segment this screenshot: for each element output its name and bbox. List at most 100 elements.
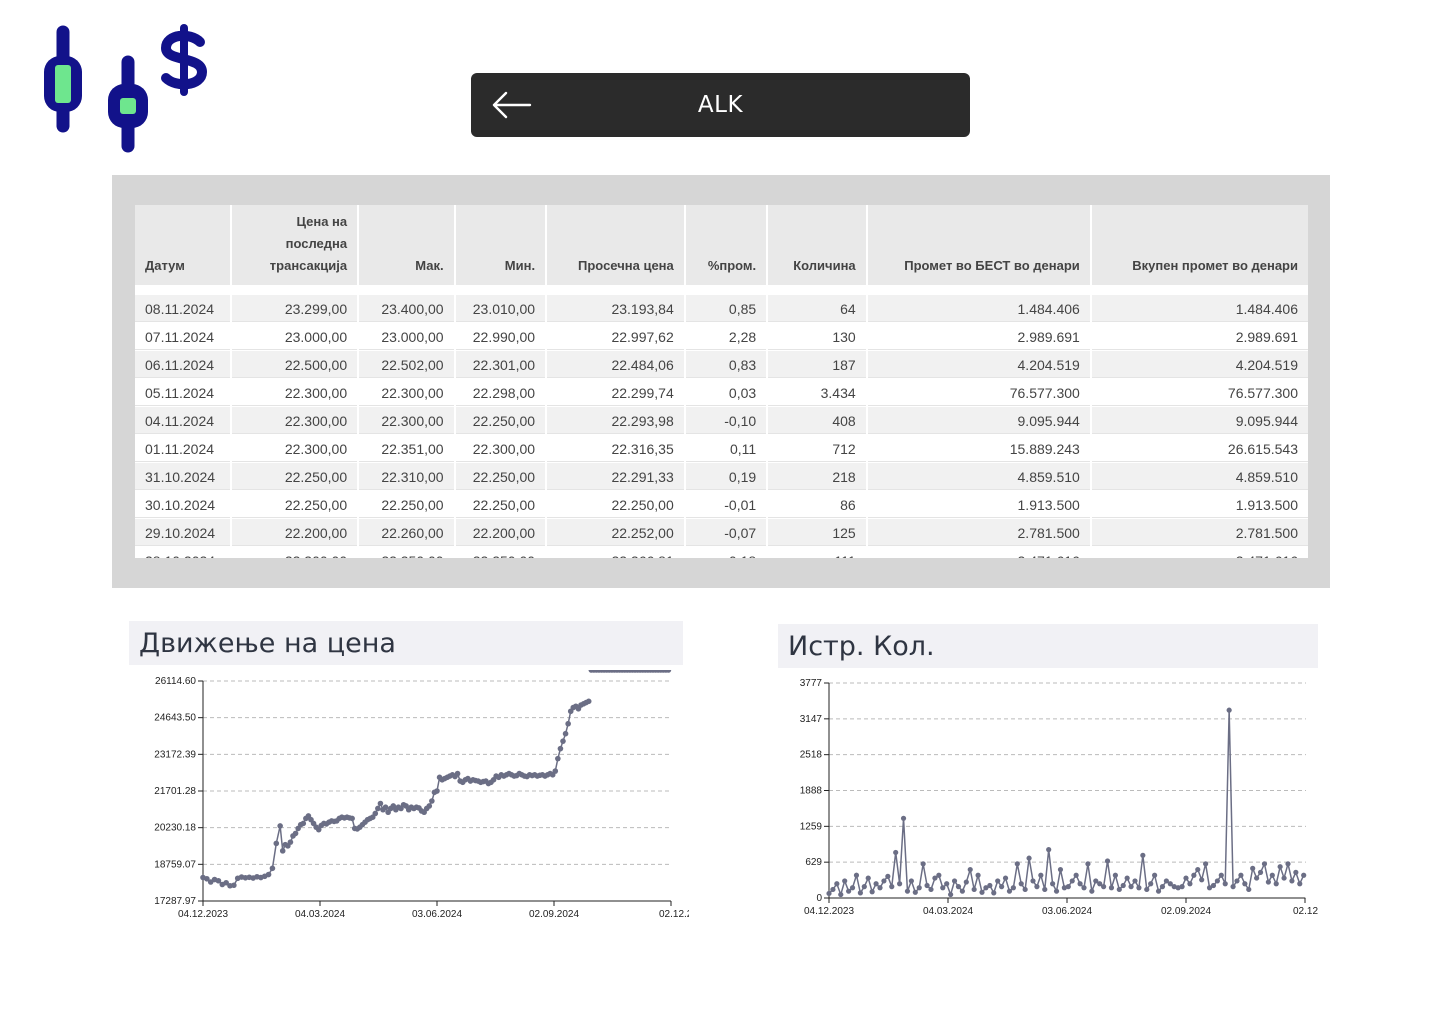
table-cell: 2,28 bbox=[685, 323, 767, 351]
data-point bbox=[1077, 881, 1083, 887]
table-row: 31.10.2024 22.250,00 22.310,00 22.250,00 22.… bbox=[135, 463, 1308, 491]
column-header: Мак. bbox=[359, 205, 454, 285]
arrow-left-icon bbox=[492, 91, 532, 119]
data-point bbox=[1002, 875, 1009, 881]
data-point bbox=[1120, 882, 1126, 889]
x-tick-label: 04.12.2023 bbox=[804, 906, 854, 917]
table-cell: 23.193,84 bbox=[547, 285, 684, 323]
volume-chart-title: Истр. Кол. bbox=[778, 624, 1318, 668]
data-point bbox=[1187, 881, 1193, 887]
data-point bbox=[375, 805, 381, 812]
y-tick-label: 2518 bbox=[800, 750, 823, 761]
table-cell: 22.250,00 bbox=[232, 491, 358, 519]
data-point bbox=[857, 890, 863, 896]
data-point bbox=[1289, 878, 1295, 884]
table-cell: 2.989.691 bbox=[1091, 323, 1308, 351]
data-point bbox=[849, 885, 856, 891]
y-tick-label: 17287.97 bbox=[154, 896, 196, 907]
table-cell: 22.300,00 bbox=[359, 407, 454, 435]
data-point bbox=[1210, 882, 1217, 889]
table-cell: 05.11.2024 bbox=[135, 379, 231, 407]
back-button[interactable] bbox=[487, 87, 535, 123]
data-point bbox=[1254, 875, 1260, 881]
data-point bbox=[1152, 872, 1158, 878]
data-point bbox=[1261, 861, 1268, 867]
y-tick-label: 1259 bbox=[800, 821, 823, 832]
table-cell: 22.350,00 bbox=[359, 547, 454, 558]
y-tick-label: 629 bbox=[805, 857, 822, 868]
column-header: Количина bbox=[768, 205, 866, 285]
data-point bbox=[1057, 866, 1064, 873]
data-point bbox=[967, 866, 973, 873]
history-table: Датум Цена на последна трансакција Мак. Мин… bbox=[135, 205, 1308, 558]
table-cell: 1.484.406 bbox=[1091, 285, 1308, 323]
table-row: 28.10.202422.300,0022.350,0022.250,0022.… bbox=[135, 547, 1308, 558]
data-point bbox=[1089, 888, 1095, 894]
table-cell: 9.095.944 bbox=[867, 407, 1090, 435]
y-tick-label: 3147 bbox=[800, 714, 823, 725]
table-cell: 22.316,35 bbox=[547, 435, 684, 463]
history-table-scroll[interactable]: Датум Цена на последна трансакција Мак. Мин… bbox=[135, 205, 1308, 558]
data-point bbox=[1297, 881, 1303, 887]
data-point bbox=[1030, 878, 1036, 884]
table-cell: 22.250,00 bbox=[455, 463, 546, 491]
x-tick-label: 02.12.2024 bbox=[1293, 906, 1318, 917]
ticker-title: ALK bbox=[697, 92, 744, 118]
data-point bbox=[1053, 888, 1060, 894]
data-point bbox=[1069, 878, 1075, 884]
data-point bbox=[838, 891, 844, 898]
y-tick-label: 3777 bbox=[800, 678, 823, 689]
table-cell: 22.300,00 bbox=[232, 435, 358, 463]
y-tick-label: 1888 bbox=[800, 786, 823, 797]
table-cell: 2.989.691 bbox=[867, 323, 1090, 351]
x-tick-label: 04.12.2023 bbox=[178, 909, 228, 920]
data-point bbox=[1250, 865, 1256, 871]
data-point bbox=[991, 890, 997, 896]
column-header: Промет во БЕСТ во денари bbox=[867, 205, 1090, 285]
table-header-row: Датум Цена на последна трансакција Мак. Мин… bbox=[135, 205, 1308, 285]
series-line bbox=[202, 700, 590, 887]
table-cell: 22.250,00 bbox=[455, 547, 546, 558]
data-point bbox=[920, 861, 926, 867]
column-header: Просечна цена bbox=[547, 205, 684, 285]
table-cell: 04.11.2024 bbox=[135, 407, 231, 435]
data-point bbox=[1214, 878, 1220, 884]
table-cell: 29.10.2024 bbox=[135, 519, 231, 547]
data-point bbox=[912, 889, 918, 895]
data-point bbox=[999, 884, 1005, 890]
table-row: 05.11.2024 22.300,00 22.300,00 22.298,00 22.… bbox=[135, 379, 1308, 407]
table-cell: 125 bbox=[768, 519, 866, 547]
table-row: 29.10.2024 22.200,00 22.260,00 22.200,00 22.… bbox=[135, 519, 1308, 547]
data-point bbox=[1132, 878, 1138, 884]
data-point bbox=[1281, 875, 1287, 881]
table-cell: 0,11 bbox=[685, 435, 767, 463]
table-cell: 4.859.510 bbox=[1091, 463, 1308, 491]
x-tick-label: 04.03.2024 bbox=[923, 906, 973, 917]
table-cell: 22.300,00 bbox=[232, 407, 358, 435]
table-cell: 22.252,00 bbox=[547, 519, 684, 547]
table-cell: 0,18 bbox=[685, 547, 767, 558]
data-point bbox=[552, 768, 559, 774]
candlestick-dollar-logo bbox=[44, 24, 208, 153]
data-point bbox=[1242, 881, 1248, 887]
data-point bbox=[869, 889, 875, 895]
data-point bbox=[948, 891, 954, 898]
table-cell: 22.301,00 bbox=[455, 351, 546, 379]
data-point bbox=[292, 830, 299, 837]
data-point bbox=[944, 881, 950, 887]
data-point bbox=[1148, 881, 1154, 887]
table-cell: 22.300,00 bbox=[232, 379, 358, 407]
data-point bbox=[231, 882, 237, 889]
data-point bbox=[560, 738, 566, 744]
data-point bbox=[1022, 886, 1028, 893]
table-cell: 22.300,00 bbox=[455, 435, 546, 463]
table-cell: 76.577.300 bbox=[867, 379, 1090, 407]
data-point bbox=[904, 888, 911, 894]
data-point bbox=[1144, 886, 1150, 893]
data-point bbox=[349, 815, 355, 822]
table-cell: 22.351,00 bbox=[359, 435, 454, 463]
data-point bbox=[1104, 858, 1111, 864]
data-point bbox=[936, 872, 942, 878]
data-point bbox=[585, 698, 592, 705]
table-cell: 408 bbox=[768, 407, 866, 435]
